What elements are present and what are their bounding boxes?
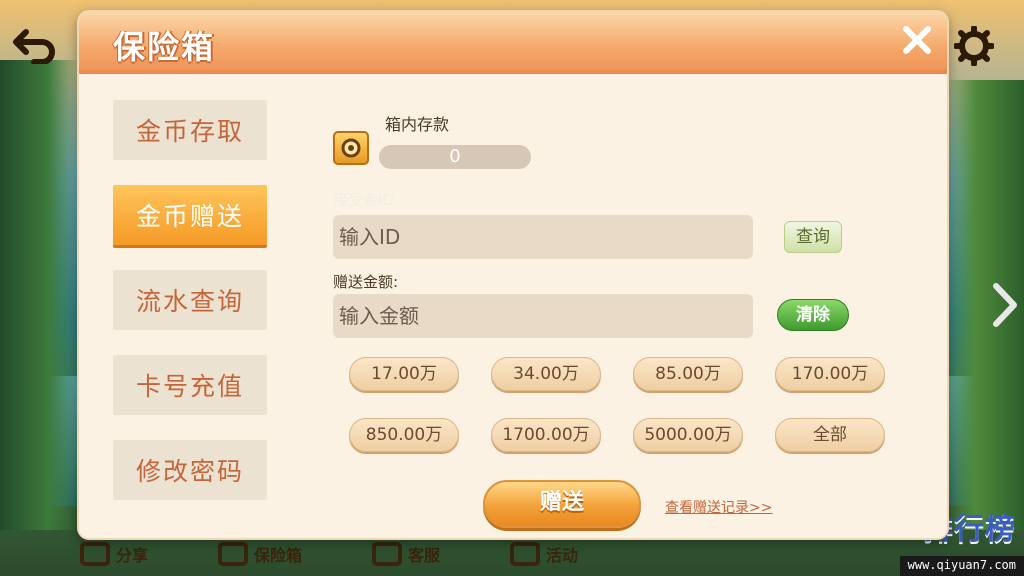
receiver-label: 接受者ID xyxy=(333,191,394,209)
side-item-change-password[interactable]: 修改密码 xyxy=(113,440,267,500)
amount-chip[interactable]: 1700.00万 xyxy=(491,418,601,452)
side-menu: 金币存取 金币赠送 流水查询 卡号充值 修改密码 xyxy=(113,100,269,525)
bottom-bar: 分享 保险箱 客服 活动 xyxy=(70,536,950,572)
close-icon xyxy=(903,26,931,54)
amount-chip[interactable]: 5000.00万 xyxy=(633,418,743,452)
amount-label: 赠送金额: xyxy=(333,273,399,291)
bottom-item-share[interactable]: 分享 xyxy=(80,542,148,566)
side-item-coin-access[interactable]: 金币存取 xyxy=(113,100,267,160)
watermark: www.qiyuan7.com xyxy=(899,556,1024,576)
side-item-label: 金币赠送 xyxy=(135,202,244,231)
side-item-label: 流水查询 xyxy=(135,287,244,316)
arrow-right-icon[interactable] xyxy=(990,280,1020,330)
safe-box-dialog: 保险箱 金币存取 金币赠送 流水查询 卡号充值 修改密码 箱内存款 0 接受者I… xyxy=(77,10,949,540)
bottom-item-service[interactable]: 客服 xyxy=(372,542,440,566)
bottom-item-label: 分享 xyxy=(116,546,149,565)
headset-icon xyxy=(372,542,403,566)
amount-input[interactable] xyxy=(333,294,753,338)
side-item-label: 卡号充值 xyxy=(135,372,244,401)
side-item-card-recharge[interactable]: 卡号充值 xyxy=(113,355,267,415)
gift-history-link[interactable]: 查看赠送记录>> xyxy=(665,497,772,517)
bottom-item-label: 活动 xyxy=(546,546,579,565)
bottom-item-activity[interactable]: 活动 xyxy=(510,542,578,566)
query-button[interactable]: 查询 xyxy=(784,221,842,253)
amount-chip[interactable]: 17.00万 xyxy=(349,357,459,391)
amount-chip[interactable]: 34.00万 xyxy=(491,357,601,391)
receiver-id-input[interactable] xyxy=(333,215,753,259)
share-icon xyxy=(80,542,110,566)
vault-value: 0 xyxy=(379,145,531,169)
bottom-item-safe[interactable]: 保险箱 xyxy=(218,542,302,566)
side-item-label: 修改密码 xyxy=(135,457,244,486)
gift-panel: 箱内存款 0 接受者ID 查询 赠送金额: 清除 17.00万 34.00万 8… xyxy=(333,107,933,528)
gear-icon[interactable] xyxy=(953,25,995,67)
vault-label: 箱内存款 xyxy=(385,115,450,134)
amount-chip[interactable]: 850.00万 xyxy=(349,418,459,452)
side-item-coin-gift[interactable]: 金币赠送 xyxy=(113,185,267,245)
side-item-transaction-query[interactable]: 流水查询 xyxy=(113,270,267,330)
coin-icon xyxy=(333,131,369,165)
megaphone-icon xyxy=(510,542,541,566)
bottom-item-label: 客服 xyxy=(408,546,441,565)
bottom-item-label: 保险箱 xyxy=(254,546,303,565)
amount-chip[interactable]: 85.00万 xyxy=(633,357,743,391)
safe-icon xyxy=(218,542,249,566)
clear-button[interactable]: 清除 xyxy=(777,299,849,331)
back-icon[interactable] xyxy=(12,24,58,65)
side-item-label: 金币存取 xyxy=(135,117,244,146)
background-tree-left xyxy=(0,60,80,530)
amount-chip-all[interactable]: 全部 xyxy=(775,418,885,452)
dialog-title: 保险箱 xyxy=(113,28,216,66)
dialog-header: 保险箱 xyxy=(79,12,947,74)
close-button[interactable] xyxy=(895,18,939,62)
amount-chip[interactable]: 170.00万 xyxy=(775,357,885,391)
send-gift-button[interactable]: 赠送 xyxy=(483,480,641,528)
